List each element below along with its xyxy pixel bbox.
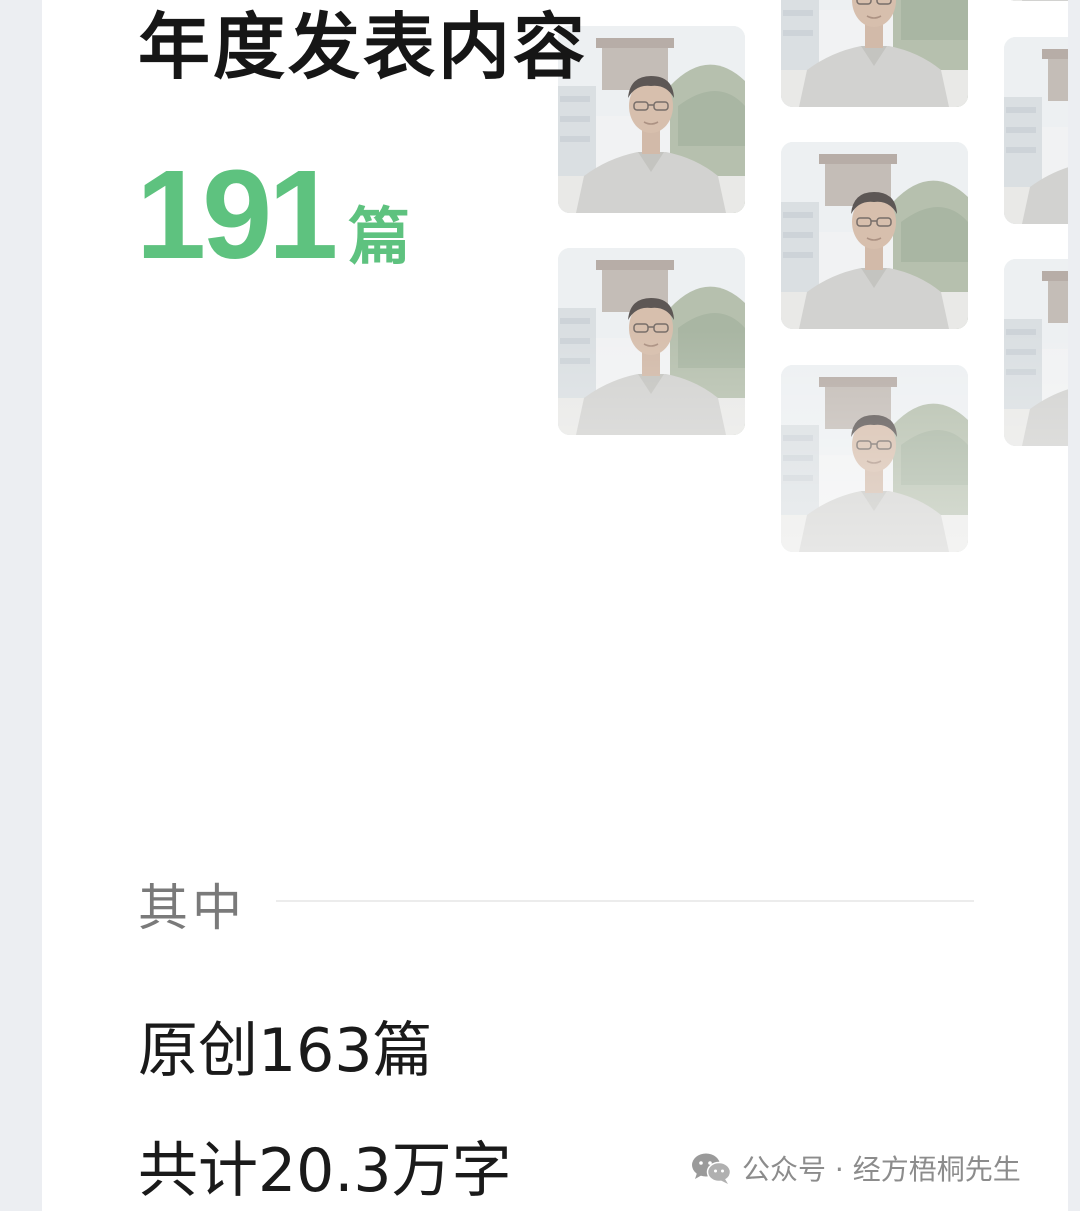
photo-thumbnail — [781, 365, 968, 552]
article-count: 191 篇 — [136, 142, 410, 287]
portrait-photo — [1004, 37, 1068, 224]
photo-thumbnail — [1004, 37, 1068, 224]
portrait-photo — [1004, 0, 1068, 1]
portrait-photo — [558, 248, 745, 435]
article-count-number: 191 — [136, 144, 338, 285]
section-divider — [276, 900, 974, 902]
report-card: 年度发表内容 191 篇 其中 原创163篇 共计20.3万字 — [42, 0, 1068, 1211]
portrait-photo — [781, 142, 968, 329]
article-count-unit: 篇 — [348, 200, 411, 273]
wechat-icon — [692, 1153, 732, 1184]
portrait-photo — [781, 0, 968, 107]
portrait-photo — [781, 365, 968, 552]
page-title: 年度发表内容 — [138, 5, 589, 89]
word-count-stat: 共计20.3万字 — [138, 1136, 512, 1206]
photo-thumbnail — [1004, 0, 1068, 1]
photo-thumbnail — [781, 0, 968, 107]
watermark-text: 公众号 · 经方梧桐先生 — [742, 1153, 1021, 1186]
photo-thumbnail — [781, 142, 968, 329]
watermark: 公众号 · 经方梧桐先生 — [690, 1148, 1021, 1188]
portrait-photo — [1004, 259, 1068, 446]
photo-thumbnail — [558, 248, 745, 435]
original-count-stat: 原创163篇 — [138, 1016, 433, 1086]
breakdown-label: 其中 — [138, 879, 246, 937]
photo-thumbnail — [1004, 259, 1068, 446]
